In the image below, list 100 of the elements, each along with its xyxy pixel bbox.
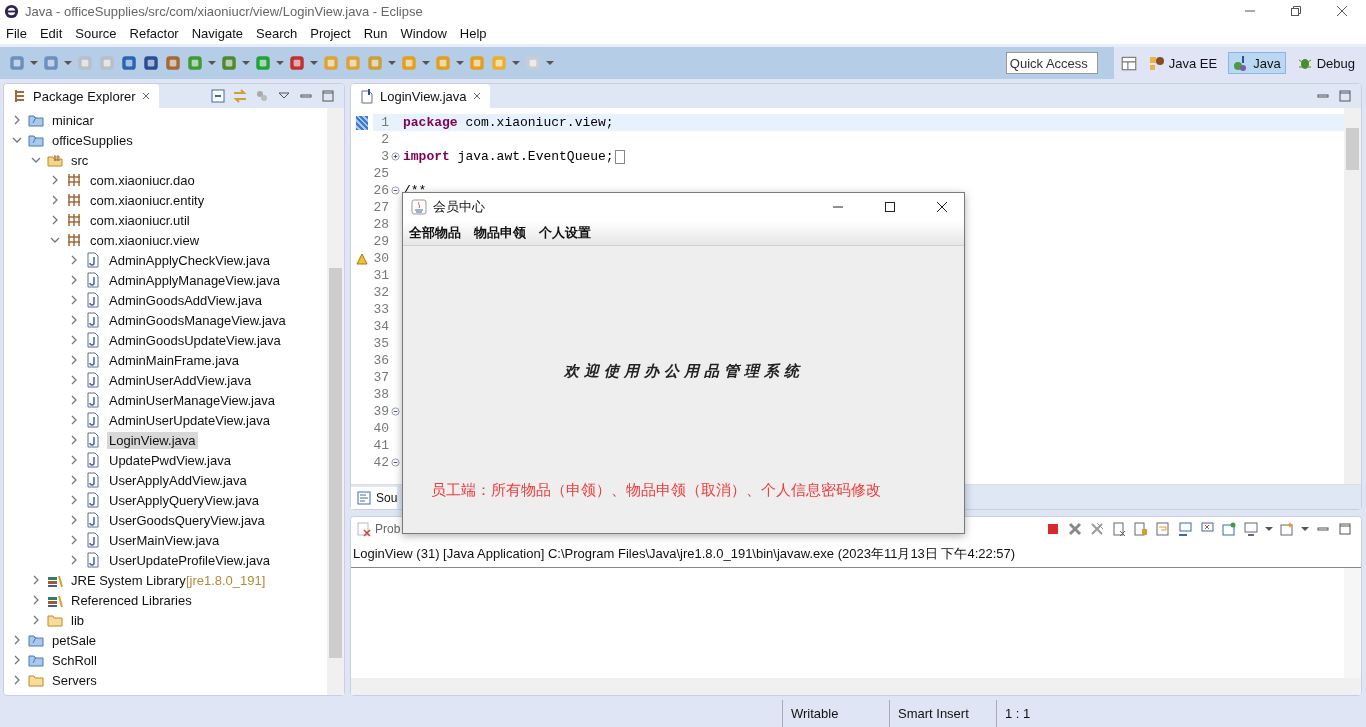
tree-item[interactable]: minicar bbox=[50, 111, 96, 129]
tree-item[interactable]: petSale bbox=[50, 631, 99, 649]
tree-item[interactable]: UserGoodsQueryView.java bbox=[107, 511, 267, 529]
tree-item[interactable]: AdminApplyCheckView.java bbox=[107, 251, 272, 269]
tree-item[interactable]: src bbox=[69, 151, 91, 169]
minus-icon[interactable] bbox=[390, 186, 400, 195]
problems-tab[interactable]: Prob bbox=[351, 521, 401, 537]
tree-item[interactable]: UpdatePwdView.java bbox=[107, 451, 233, 469]
tree-item[interactable]: UserApplyQueryView.java bbox=[107, 491, 262, 509]
maximize-icon[interactable] bbox=[884, 201, 896, 213]
caret-icon[interactable] bbox=[1301, 525, 1309, 533]
show-output-icon[interactable] bbox=[1177, 521, 1193, 537]
tree-item[interactable]: com.xiaoniucr.entity bbox=[88, 191, 207, 209]
tree-item[interactable]: Servers bbox=[50, 671, 99, 689]
minus-icon[interactable] bbox=[390, 407, 400, 416]
menu-item[interactable]: Help bbox=[459, 25, 487, 41]
menu-item[interactable]: Window bbox=[400, 25, 447, 41]
menu-item[interactable]: Refactor bbox=[129, 25, 179, 41]
menu-item[interactable]: 个人设置 bbox=[539, 224, 591, 242]
scrollbar[interactable] bbox=[351, 678, 1361, 695]
tree-item[interactable]: AdminGoodsAddView.java bbox=[107, 291, 264, 309]
perspective-button[interactable]: Debug bbox=[1291, 52, 1360, 74]
feature-note: 员工端：所有物品（申领）、物品申领（取消）、个人信息密码修改 bbox=[431, 481, 881, 500]
tree-item[interactable]: lib bbox=[69, 611, 86, 629]
caret-icon[interactable] bbox=[512, 59, 520, 67]
java-icon bbox=[411, 199, 427, 215]
caret-icon[interactable] bbox=[30, 59, 38, 67]
caret-icon[interactable] bbox=[1265, 525, 1273, 533]
new-console-icon[interactable] bbox=[1279, 521, 1295, 537]
menu-item[interactable]: Run bbox=[363, 25, 388, 41]
tree-item[interactable]: AdminApplyManageView.java bbox=[107, 271, 283, 289]
menu-item[interactable]: 全部物品 bbox=[409, 224, 461, 242]
menu-item[interactable]: Navigate bbox=[191, 25, 243, 41]
open-perspective-icon[interactable] bbox=[1119, 54, 1138, 72]
tree-item[interactable]: SchRoll bbox=[50, 651, 99, 669]
menu-item[interactable]: 物品申领 bbox=[474, 224, 526, 242]
tree-item[interactable]: Referenced Libraries bbox=[69, 591, 194, 609]
close-icon[interactable] bbox=[936, 201, 948, 213]
menu-item[interactable]: Edit bbox=[39, 25, 63, 41]
caret-icon[interactable] bbox=[242, 59, 250, 67]
project-icon bbox=[28, 112, 44, 128]
remove-all-icon[interactable] bbox=[1089, 521, 1105, 537]
caret-icon[interactable] bbox=[422, 59, 430, 67]
java-icon bbox=[85, 552, 101, 568]
perspective-button[interactable]: Java bbox=[1228, 52, 1286, 74]
java-icon bbox=[85, 432, 101, 448]
editor-tab[interactable]: LoginView.java bbox=[351, 84, 490, 108]
quick-access-field[interactable]: Quick Access bbox=[1005, 52, 1098, 74]
tree-item[interactable]: JRE System Library[jre1.8.0_191] bbox=[69, 571, 268, 589]
tree-item[interactable]: UserMainView.java bbox=[107, 531, 222, 549]
caret-icon[interactable] bbox=[208, 59, 216, 67]
scroll-lock-icon[interactable] bbox=[1133, 521, 1149, 537]
scrollbar[interactable] bbox=[1344, 568, 1361, 678]
source-tab[interactable]: Sou bbox=[351, 487, 398, 509]
line-number: 25 bbox=[373, 166, 389, 181]
tree-item[interactable]: AdminGoodsManageView.java bbox=[107, 311, 288, 329]
tree-item[interactable]: AdminUserManageView.java bbox=[107, 391, 277, 409]
menu-item[interactable]: File bbox=[6, 25, 27, 41]
folded-code-marker[interactable] bbox=[614, 149, 625, 164]
tree-item[interactable]: AdminMainFrame.java bbox=[107, 351, 242, 369]
restore-icon[interactable] bbox=[1290, 5, 1302, 17]
caret-icon[interactable] bbox=[546, 59, 554, 67]
menu-item[interactable]: Project bbox=[310, 25, 351, 41]
scrollbar[interactable] bbox=[327, 108, 344, 695]
tree-item[interactable]: LoginView.java bbox=[107, 431, 198, 449]
caret-icon[interactable] bbox=[276, 59, 284, 67]
caret-icon[interactable] bbox=[456, 59, 464, 67]
line-number: 41 bbox=[373, 438, 389, 453]
display-console-icon[interactable] bbox=[1243, 521, 1259, 537]
scrollbar[interactable] bbox=[1344, 108, 1361, 484]
tree-item[interactable]: com.xiaoniucr.dao bbox=[88, 171, 197, 189]
pin-console-icon[interactable] bbox=[1221, 521, 1237, 537]
code-line: import java.awt.EventQueue; bbox=[403, 149, 614, 164]
menu-item[interactable]: Source bbox=[75, 25, 117, 41]
stop-icon[interactable] bbox=[1045, 521, 1061, 537]
minus-icon[interactable] bbox=[390, 458, 400, 467]
java-icon bbox=[85, 372, 101, 388]
caret-icon[interactable] bbox=[310, 59, 318, 67]
menu-item[interactable]: Search bbox=[256, 25, 298, 41]
perspective-button[interactable]: Java EE bbox=[1143, 52, 1223, 74]
remove-icon[interactable] bbox=[1067, 521, 1083, 537]
package-explorer-tab[interactable]: Package Explorer bbox=[4, 84, 159, 108]
tree-item[interactable]: UserApplyAddView.java bbox=[107, 471, 249, 489]
close-icon[interactable] bbox=[1336, 5, 1348, 17]
caret-icon[interactable] bbox=[388, 59, 396, 67]
caret-icon[interactable] bbox=[64, 59, 72, 67]
collapse-all-icon[interactable] bbox=[210, 88, 226, 104]
tree-item[interactable]: UserUpdateProfileView.java bbox=[107, 551, 272, 569]
line-number: 31 bbox=[373, 268, 389, 283]
tree-item[interactable]: com.xiaoniucr.util bbox=[88, 211, 192, 229]
java-icon bbox=[85, 392, 101, 408]
tree-item[interactable]: com.xiaoniucr.view bbox=[88, 231, 202, 249]
tree-item[interactable]: AdminGoodsUpdateView.java bbox=[107, 331, 283, 349]
status-field: Smart Insert bbox=[889, 700, 996, 727]
clear-console-icon[interactable] bbox=[1111, 521, 1127, 537]
java-icon bbox=[85, 292, 101, 308]
tree-item[interactable]: AdminUserAddView.java bbox=[107, 371, 254, 389]
tree-item[interactable]: AdminUserUpdateView.java bbox=[107, 411, 272, 429]
tree-item[interactable]: officeSupplies bbox=[50, 131, 135, 149]
plus-icon[interactable] bbox=[390, 152, 400, 161]
